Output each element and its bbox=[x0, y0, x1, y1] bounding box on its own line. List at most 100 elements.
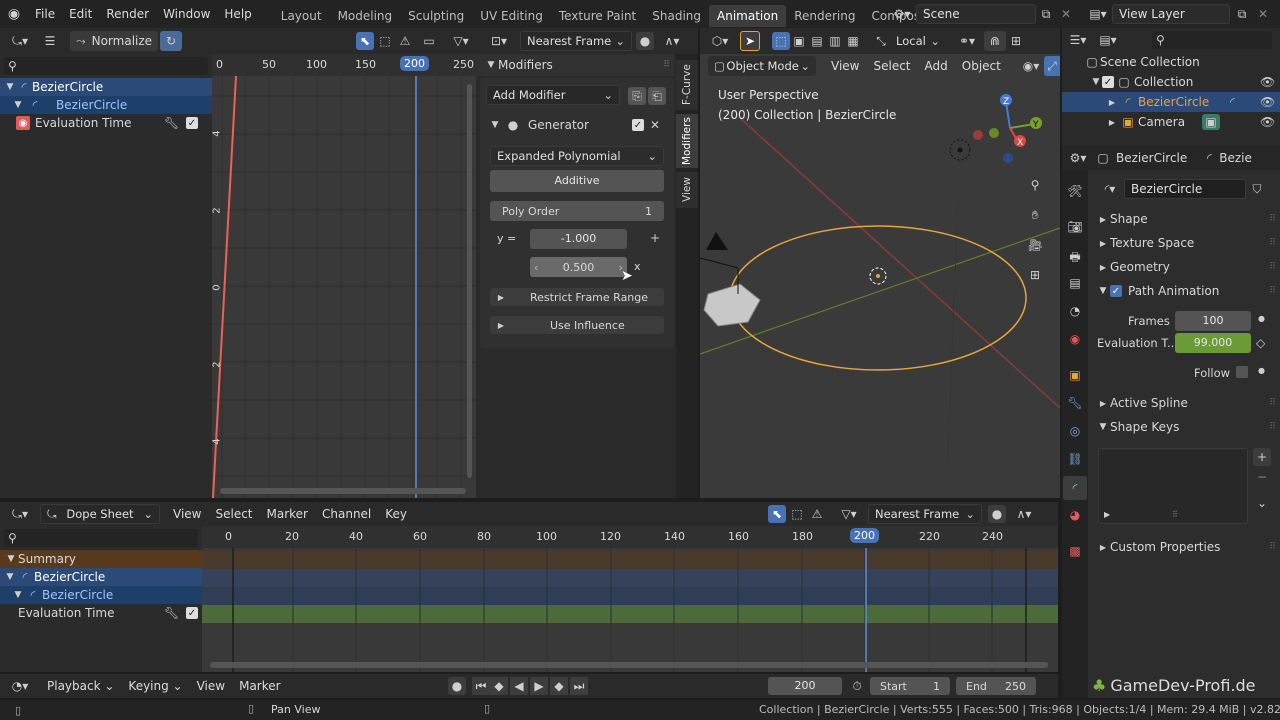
tab-layout[interactable]: Layout bbox=[273, 5, 330, 27]
checkbox-icon[interactable]: ✓ bbox=[186, 117, 198, 129]
horizontal-scrollbar[interactable] bbox=[210, 662, 1048, 668]
jump-end-icon[interactable]: ⏭︎ bbox=[570, 677, 588, 695]
select-intersect-icon[interactable]: ▦ bbox=[844, 34, 862, 48]
add-shape-key-icon[interactable]: + bbox=[1253, 448, 1271, 466]
select-subtract-icon[interactable]: ▤ bbox=[808, 34, 826, 48]
only-errors-icon[interactable]: ⚠ bbox=[808, 505, 826, 523]
timeline-menu-marker[interactable]: Marker bbox=[232, 674, 287, 698]
drag-handle-icon[interactable]: ⠿ bbox=[1269, 542, 1276, 552]
expand-arrow-icon[interactable]: ▼ bbox=[12, 100, 24, 110]
dopesheet-menu-channel[interactable]: Channel bbox=[315, 502, 378, 526]
editor-type-icon[interactable]: ⬡▾ bbox=[700, 34, 740, 48]
checkbox-icon[interactable]: ✓ bbox=[1102, 76, 1114, 88]
wrench-icon[interactable]: 🔧︎ bbox=[164, 606, 179, 620]
filter-visible-icon[interactable]: ⬚ bbox=[376, 32, 394, 50]
dopesheet-menu-marker[interactable]: Marker bbox=[260, 502, 315, 526]
dopesheet-menu-view[interactable]: View bbox=[166, 502, 208, 526]
editor-type-icon[interactable]: ⤿▾ bbox=[0, 507, 40, 522]
drag-handle-icon[interactable]: ⠿ bbox=[663, 60, 670, 70]
menu-file[interactable]: File bbox=[28, 0, 62, 28]
editor-type-icon[interactable]: ◔▾ bbox=[0, 679, 40, 693]
outliner-scene-collection[interactable]: ▢ Scene Collection bbox=[1062, 52, 1280, 72]
falloff-icon[interactable]: ∧▾ bbox=[1010, 505, 1038, 523]
data-name-field[interactable]: BezierCircle bbox=[1124, 179, 1246, 199]
eye-icon[interactable]: 👁︎ bbox=[1260, 115, 1275, 129]
transform-orientation-icon[interactable]: ⤡ bbox=[872, 34, 890, 49]
channel-fcurve[interactable]: ◉ Evaluation Time 🔧︎ ✓ bbox=[0, 114, 212, 132]
remove-view-layer-icon[interactable]: ✕ bbox=[1255, 5, 1271, 23]
current-frame-indicator[interactable]: 200 bbox=[400, 56, 429, 71]
expand-arrow-icon[interactable]: ▼ bbox=[4, 554, 18, 564]
menu-help[interactable]: Help bbox=[217, 0, 258, 28]
drag-handle-icon[interactable]: ⠿ bbox=[1269, 238, 1276, 248]
texture-tab-icon[interactable]: ▩ bbox=[1066, 544, 1084, 558]
list-grip-icon[interactable]: ⠿ bbox=[1172, 510, 1178, 519]
navigation-gizmo[interactable]: Z Y X bbox=[964, 88, 1048, 172]
keyframe-dot-icon[interactable]: ● bbox=[1258, 366, 1265, 375]
select-tool-icon[interactable]: ➤ bbox=[740, 31, 760, 51]
new-scene-icon[interactable]: ⧉ bbox=[1037, 5, 1055, 23]
section-geometry[interactable]: ▶ Geometry ⠿ bbox=[1096, 257, 1276, 277]
drag-handle-icon[interactable]: ⠿ bbox=[1269, 286, 1276, 296]
drag-handle-icon[interactable]: ⠿ bbox=[1269, 398, 1276, 408]
editor-type-icon[interactable]: ⤿▾ bbox=[0, 34, 40, 49]
mute-checkbox-icon[interactable]: ✓ bbox=[632, 119, 644, 131]
coefficient-0-field[interactable]: -1.000 bbox=[530, 229, 627, 249]
editor-type-icon[interactable]: ☰▾ bbox=[1062, 33, 1094, 47]
menu-edit[interactable]: Edit bbox=[62, 0, 99, 28]
dopesheet-menu-key[interactable]: Key bbox=[378, 502, 414, 526]
tab-animation[interactable]: Animation bbox=[709, 5, 787, 27]
view-layer-icon[interactable]: ▤▾ bbox=[1084, 5, 1112, 23]
zoom-icon[interactable]: ⚲ bbox=[1024, 174, 1046, 196]
filter-errors-icon[interactable]: ⚠ bbox=[396, 32, 414, 50]
list-expand-icon[interactable]: ▶ bbox=[1104, 510, 1110, 519]
channel-data[interactable]: ▼ ◜ BezierCircle bbox=[0, 96, 212, 114]
proportional-edit-icon[interactable]: ● bbox=[988, 505, 1006, 523]
visibility-icon[interactable]: ◉▾ bbox=[1018, 59, 1044, 73]
snap-dropdown[interactable]: Nearest Frame ⌄ bbox=[520, 31, 632, 51]
next-keyframe-icon[interactable]: ◆ bbox=[550, 677, 568, 695]
outliner-search[interactable]: ⚲ bbox=[1152, 31, 1272, 49]
drag-handle-icon[interactable]: ⠿ bbox=[1269, 262, 1276, 272]
scene-field[interactable]: Scene bbox=[916, 4, 1036, 24]
decrement-arrow-icon[interactable]: ‹ bbox=[534, 261, 538, 274]
tab-uv-editing[interactable]: UV Editing bbox=[472, 5, 551, 27]
tab-rendering[interactable]: Rendering bbox=[786, 5, 863, 27]
render-tab-icon[interactable]: 📷︎ bbox=[1066, 220, 1084, 234]
expand-arrow-icon[interactable]: ▼ bbox=[1090, 77, 1102, 87]
display-mode-icon[interactable]: ▤▾ bbox=[1094, 33, 1122, 47]
coefficient-1-field[interactable]: ‹ 0.500 › bbox=[530, 257, 627, 277]
expand-arrow-icon[interactable]: ▶ bbox=[1106, 118, 1118, 127]
channel-fcurve[interactable]: Evaluation Time 🔧︎ ✓ bbox=[0, 604, 202, 622]
dopesheet-snap-dropdown[interactable]: Nearest Frame ⌄ bbox=[868, 504, 982, 524]
object-mode-dropdown[interactable]: ▢ Object Mode ⌄ bbox=[708, 56, 816, 76]
drag-handle-icon[interactable]: ⠿ bbox=[1269, 214, 1276, 224]
checkbox-icon[interactable]: ✓ bbox=[1110, 285, 1122, 297]
stopwatch-icon[interactable]: ⏱︎ bbox=[848, 677, 866, 695]
paste-modifiers-icon[interactable]: ⎗ bbox=[648, 87, 666, 105]
tab-fcurve[interactable]: F-Curve bbox=[676, 60, 698, 110]
constraint-tab-icon[interactable]: ⛓︎ bbox=[1066, 452, 1084, 466]
section-shape[interactable]: ▶ Shape ⠿ bbox=[1096, 209, 1276, 229]
proportional-edit-icon[interactable]: ● bbox=[636, 32, 654, 50]
tool-tab-icon[interactable]: 🛠︎ bbox=[1066, 184, 1084, 198]
select-box-icon[interactable]: ⬚ bbox=[772, 32, 790, 50]
snap-icon[interactable]: ⋒ bbox=[984, 31, 1006, 51]
timeline-menu-view[interactable]: View bbox=[190, 674, 232, 698]
keyframe-diamond-icon[interactable]: ◇ bbox=[1256, 336, 1265, 350]
viewport-menu-add[interactable]: Add bbox=[918, 54, 955, 78]
select-extend-icon[interactable]: ▣ bbox=[790, 34, 808, 48]
show-hidden-icon[interactable]: ⬚ bbox=[788, 505, 806, 523]
eye-icon[interactable]: 👁︎ bbox=[1260, 75, 1275, 89]
dopesheet-area[interactable]: 0 20 40 60 80 100 120 140 160 180 200 22… bbox=[202, 526, 1058, 672]
generator-mode-dropdown[interactable]: Expanded Polynomial ⌄ bbox=[490, 146, 664, 166]
filter-selected-icon[interactable]: ⬉ bbox=[356, 32, 374, 50]
view-layer-field[interactable]: View Layer bbox=[1112, 4, 1230, 24]
world-tab-icon[interactable]: ◉ bbox=[1066, 332, 1084, 346]
section-active-spline[interactable]: ▶ Active Spline ⠿ bbox=[1096, 393, 1276, 413]
use-influence-panel[interactable]: ▶ Use Influence bbox=[490, 316, 664, 334]
menu-window[interactable]: Window bbox=[156, 0, 217, 28]
menu-render[interactable]: Render bbox=[99, 0, 156, 28]
end-frame-field[interactable]: End 250 bbox=[956, 677, 1036, 695]
current-frame-indicator[interactable]: 200 bbox=[850, 528, 879, 543]
